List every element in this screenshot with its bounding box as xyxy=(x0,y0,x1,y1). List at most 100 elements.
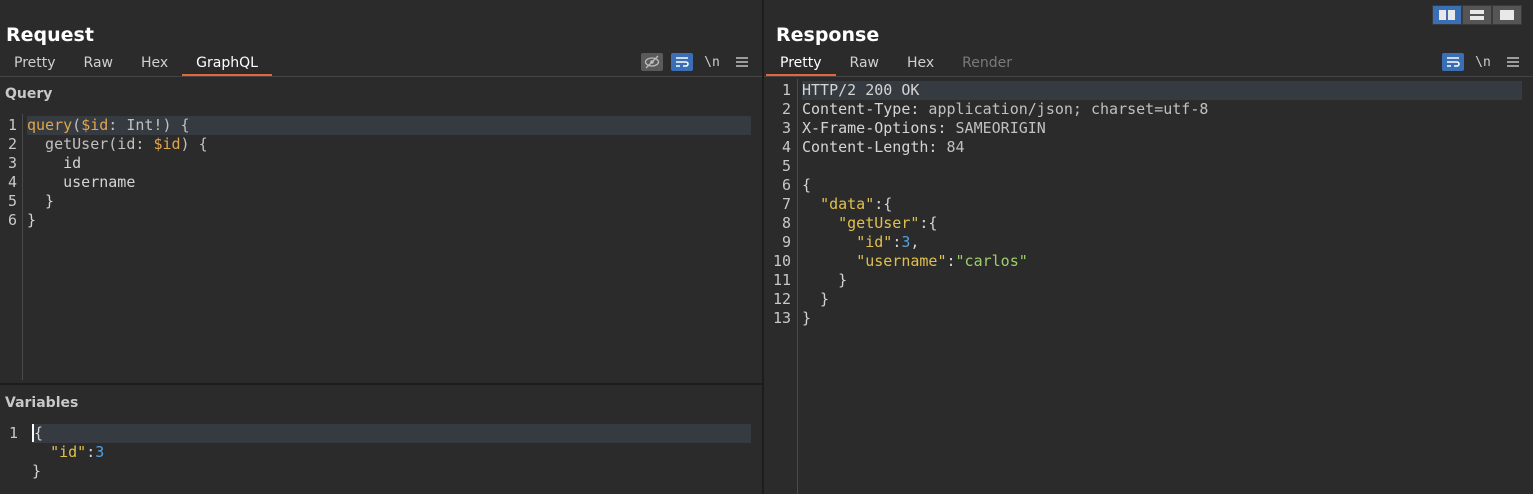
tab-divider xyxy=(764,76,1533,77)
tab-raw[interactable]: Raw xyxy=(836,52,893,76)
line-number: 3 xyxy=(781,119,791,137)
code-line: "data":{ xyxy=(820,195,893,213)
split-horizontal-icon[interactable] xyxy=(1432,5,1462,25)
line-number: 11 xyxy=(772,271,791,289)
tab-render: Render xyxy=(962,55,1013,71)
code-line: } xyxy=(27,211,37,229)
newline-icon[interactable]: \n xyxy=(1472,53,1494,71)
json-string: "carlos" xyxy=(955,252,1028,270)
variable: $id xyxy=(81,116,109,134)
response-gutter: 1 2 3 4 5 6 7 8 9 10 11 12 13 xyxy=(764,79,798,494)
line-number: 9 xyxy=(781,233,791,251)
brace: { xyxy=(34,424,44,442)
pane-splitter[interactable] xyxy=(0,383,762,385)
query-label: Query xyxy=(5,86,53,102)
line-number: 6 xyxy=(7,211,17,229)
header-line: X-Frame-Options: SAMEORIGIN xyxy=(802,119,1522,138)
tab-raw[interactable]: Raw xyxy=(70,52,127,76)
tab-hex[interactable]: Hex xyxy=(893,52,948,76)
line-number: 4 xyxy=(7,173,17,191)
code-line: getUser(id: $id) { xyxy=(27,135,751,154)
code-line: } xyxy=(802,290,830,308)
keyword: query xyxy=(27,116,73,134)
tab-pretty[interactable]: Pretty xyxy=(766,52,836,76)
line-number: 5 xyxy=(7,192,17,210)
field-token: getUser(id: xyxy=(27,135,154,153)
line-number: 8 xyxy=(781,214,791,232)
request-toolbar: \n xyxy=(641,53,753,71)
code-line: } xyxy=(27,192,55,210)
json-key: "username" xyxy=(856,252,947,270)
word-wrap-icon[interactable] xyxy=(1442,53,1464,71)
line-number: 6 xyxy=(781,176,791,194)
header-name: Content-Length: xyxy=(802,138,938,156)
code-line: id xyxy=(27,154,82,172)
json-key: "getUser" xyxy=(838,214,920,232)
line-number: 13 xyxy=(772,309,791,327)
status-line: HTTP/2 200 OK xyxy=(802,81,1522,100)
single-pane-icon[interactable] xyxy=(1492,5,1522,25)
code-line: { xyxy=(32,424,751,443)
json-number: 3 xyxy=(901,233,911,251)
word-wrap-icon[interactable] xyxy=(671,53,693,71)
header-value: 84 xyxy=(937,138,965,156)
tab-pretty[interactable]: Pretty xyxy=(0,52,70,76)
query-gutter: 1 2 3 4 5 6 xyxy=(0,114,23,380)
newline-icon[interactable]: \n xyxy=(701,53,723,71)
query-code: query($id: Int!) { getUser(id: $id) { id… xyxy=(27,116,751,230)
code-line: "getUser":{ xyxy=(838,214,938,232)
punct-token: ) { xyxy=(180,135,208,153)
split-vertical-icon[interactable] xyxy=(1462,5,1492,25)
line-number: 5 xyxy=(781,157,791,175)
json-key: "data" xyxy=(820,195,875,213)
code-line: username xyxy=(27,173,136,191)
header-value: SAMEORIGIN xyxy=(946,119,1046,137)
request-title: Request xyxy=(6,24,94,46)
line-number: 1 xyxy=(7,116,17,134)
response-editor[interactable]: 1 2 3 4 5 6 7 8 9 10 11 12 13 HTTP/2 200… xyxy=(764,79,1533,494)
variables-gutter: 1 xyxy=(0,424,27,494)
response-toolbar: \n xyxy=(1442,53,1524,71)
header-value: application/json; charset=utf-8 xyxy=(919,100,1209,118)
header-line: Content-Type: application/json; charset=… xyxy=(802,100,1522,119)
tab-hex[interactable]: Hex xyxy=(127,52,182,76)
menu-icon[interactable] xyxy=(731,53,753,71)
json-key: "id" xyxy=(50,443,87,461)
code-line: "username":"carlos" xyxy=(856,252,1028,270)
code-line: "id":3, xyxy=(856,233,920,251)
response-code: HTTP/2 200 OK Content-Type: application/… xyxy=(802,81,1522,328)
tab-graphql[interactable]: GraphQL xyxy=(182,52,272,76)
line-number: 10 xyxy=(772,252,791,270)
response-pane: Response Pretty Raw Hex Render \n 1 2 3 … xyxy=(764,0,1533,494)
header-name: Content-Type: xyxy=(802,100,920,118)
layout-toggle xyxy=(1432,5,1522,25)
variable: $id xyxy=(153,135,181,153)
code-line: query($id: Int!) { xyxy=(27,116,751,135)
header-name: X-Frame-Options: xyxy=(802,119,947,137)
query-editor[interactable]: 1 2 3 4 5 6 query($id: Int!) { getUser(i… xyxy=(0,114,762,380)
response-tabs: Pretty Raw Hex Render xyxy=(766,52,1026,76)
line-number: 4 xyxy=(781,138,791,156)
json-key: "id" xyxy=(856,233,893,251)
line-number: 7 xyxy=(781,195,791,213)
response-title: Response xyxy=(776,24,880,46)
menu-icon[interactable] xyxy=(1502,53,1524,71)
line-number: 3 xyxy=(7,154,17,172)
json-number: 3 xyxy=(95,443,105,461)
line-number: 1 xyxy=(8,424,18,442)
header-line: Content-Length: 84 xyxy=(802,138,1522,157)
code-line: { xyxy=(802,176,812,194)
line-number: 2 xyxy=(7,135,17,153)
request-tabs: Pretty Raw Hex GraphQL xyxy=(0,52,272,76)
code-line: } xyxy=(802,309,812,327)
line-number: 1 xyxy=(781,81,791,99)
code-line: } xyxy=(802,271,848,289)
hide-icon[interactable] xyxy=(641,53,663,71)
variables-label: Variables xyxy=(5,395,79,411)
tab-divider xyxy=(0,76,762,77)
line-number: 2 xyxy=(781,100,791,118)
request-pane: Request Pretty Raw Hex GraphQL \n Query … xyxy=(0,0,762,494)
variables-code: { "id":3 } xyxy=(32,424,751,481)
variables-editor[interactable]: 1 { "id":3 } xyxy=(0,424,762,494)
